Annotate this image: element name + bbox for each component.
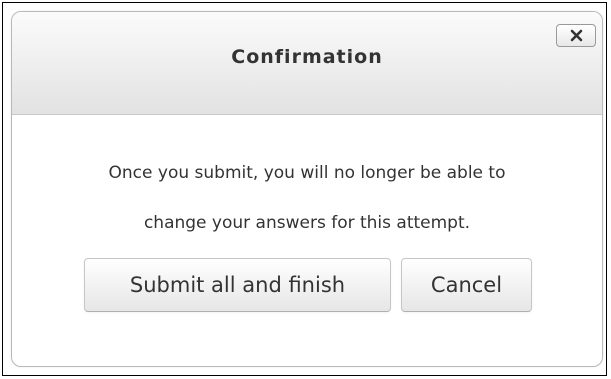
submit-all-and-finish-button[interactable]: Submit all and finish [84,258,391,312]
screenshot-frame: Confirmation Once you submit, you will n… [2,2,607,376]
close-icon [570,29,583,42]
cancel-button[interactable]: Cancel [401,258,532,312]
confirmation-message-line-2: change your answers for this attempt. [143,213,471,233]
confirmation-message-line-1: Once you submit, you will no longer be a… [108,163,506,183]
close-button[interactable] [556,24,596,47]
dialog-header: Confirmation [12,12,602,115]
dialog-title: Confirmation [231,46,383,68]
confirmation-dialog: Confirmation Once you submit, you will n… [11,11,603,367]
